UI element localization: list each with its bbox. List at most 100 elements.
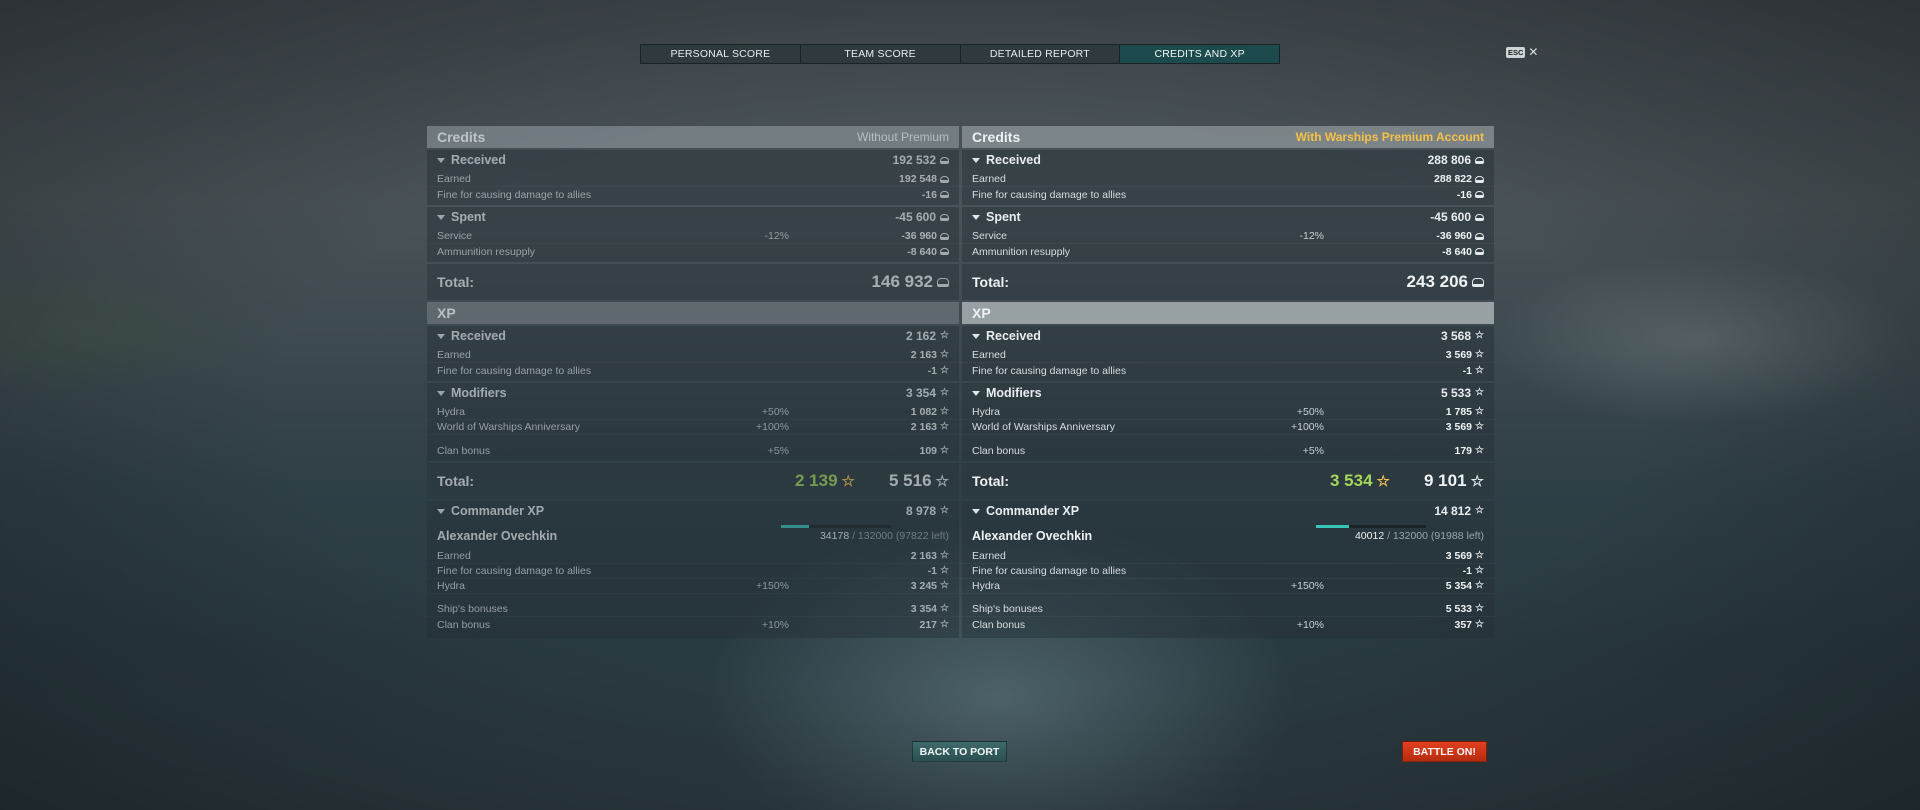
xp-star-icon: ☆	[940, 364, 949, 376]
group-label: Received	[451, 153, 506, 167]
row-value-wrap: 1 785 ☆	[1404, 406, 1484, 418]
xp-title: XP	[437, 305, 456, 321]
credits-icon	[1475, 175, 1484, 183]
background-vignette	[0, 0, 1920, 810]
row-label: Fine for causing damage to allies	[437, 188, 592, 201]
row-value-wrap: -16	[869, 189, 949, 201]
commander-block: Alexander Ovechkin 40012 / 132000 (91988 …	[962, 521, 1494, 638]
total-value: 243 206	[1407, 272, 1484, 292]
row-value-wrap: -36 960	[869, 230, 949, 242]
detail-row: Service -12% -36 960	[962, 229, 1494, 244]
xp-modifiers-toggle[interactable]: Modifiers 5 533 ☆	[962, 383, 1494, 403]
detail-row: Fine for causing damage to allies -1 ☆	[427, 363, 959, 378]
back-to-port-button[interactable]: Back to port	[912, 741, 1007, 762]
row-label: Earned	[972, 173, 1006, 185]
credits-spent-toggle[interactable]: Spent -45 600	[962, 207, 1494, 227]
row-label: Earned	[972, 550, 1006, 562]
row-value: 3 569	[1445, 349, 1473, 361]
row-percent: +100%	[1291, 421, 1324, 433]
credits-icon	[940, 191, 949, 198]
xp-total-number: 9 101	[1424, 471, 1467, 490]
group-value: 8 978	[906, 504, 937, 518]
row-value: 2 163	[910, 550, 938, 562]
row-label: Earned	[437, 550, 471, 562]
group-value: -45 600	[1430, 210, 1471, 224]
row-label: Hydra	[972, 406, 1001, 418]
row-value-wrap: -8 640	[1404, 246, 1484, 258]
row-label: Fine for causing damage to allies	[972, 188, 1127, 201]
row-value-wrap: 109 ☆	[869, 445, 950, 457]
received-rows: Earned 288 822 Fine for causing damage to …	[962, 170, 1494, 205]
credits-received-toggle[interactable]: Received 192 532	[427, 150, 959, 170]
row-value-wrap: 5 533 ☆	[1404, 603, 1484, 615]
close-button[interactable]: ESC ✕	[1506, 46, 1538, 58]
progress-rest: / 132000 (91988 left)	[1384, 530, 1484, 542]
detail-row: Earned 288 822	[962, 172, 1494, 187]
caret-down-icon	[972, 157, 980, 163]
row-value-wrap: -16	[1404, 189, 1484, 201]
credits-icon	[937, 277, 949, 287]
credits-icon	[940, 248, 949, 255]
detail-row: Fine for causing damage to allies -1 ☆	[962, 363, 1494, 378]
credits-received-toggle[interactable]: Received 288 806	[962, 150, 1494, 170]
credits-icon	[940, 213, 949, 221]
credits-icon	[940, 156, 949, 164]
xp-star-icon: ☆	[1475, 364, 1484, 376]
row-value-wrap: -1 ☆	[869, 565, 949, 577]
xp-star-icon: ☆	[1475, 580, 1484, 591]
progress-current: 40012	[1354, 530, 1385, 542]
row-value: 3 569	[1445, 550, 1473, 562]
row-percent: +150%	[1291, 580, 1324, 592]
account-type-label: Without Premium	[856, 130, 949, 144]
xp-star-icon: ☆	[940, 565, 949, 576]
row-value: 288 822	[1434, 173, 1472, 185]
row-value-wrap: -1 ☆	[869, 365, 949, 377]
xp-star-icon: ☆	[935, 472, 949, 490]
xp-star-icon: ☆	[1475, 421, 1484, 432]
group-label: Received	[986, 329, 1041, 343]
row-value-wrap: 2 163 ☆	[869, 550, 949, 562]
tab-personal-score[interactable]: Personal Score	[641, 45, 801, 63]
group-value: -45 600	[895, 210, 936, 224]
xp-star-icon: ☆	[1475, 387, 1484, 398]
row-value: 3 354	[910, 603, 938, 615]
xp-star-icon: ☆	[940, 387, 949, 398]
xp-received-rows: Earned 3 569 ☆ Fine for causing damage to a…	[962, 346, 1494, 381]
detail-row: Hydra +150% 5 354 ☆	[962, 579, 1494, 594]
credits-title: Credits	[972, 129, 1021, 145]
xp-received-toggle[interactable]: Received 3 568 ☆	[962, 326, 1494, 346]
row-label: Earned	[972, 349, 1006, 361]
row-label: Fine for causing damage to allies	[972, 364, 1127, 377]
battle-on-button[interactable]: Battle on!	[1402, 741, 1487, 762]
detail-row: Ammunition resupply -8 640	[962, 244, 1494, 259]
row-value-wrap: -36 960	[1404, 230, 1484, 242]
commander-xp-toggle[interactable]: Commander XP 14 812 ☆	[962, 501, 1494, 521]
credits-spent-toggle[interactable]: Spent -45 600	[427, 207, 959, 227]
xp-star-icon: ☆	[1470, 472, 1484, 490]
tab-credits-and-xp[interactable]: Credits and XP	[1120, 45, 1279, 63]
total-label: Total:	[437, 473, 475, 489]
xp-star-icon: ☆	[1475, 550, 1484, 561]
credits-icon	[1475, 232, 1484, 240]
commander-rows: Earned 3 569 ☆ Fine for causing damage to a…	[962, 547, 1494, 635]
caret-down-icon	[972, 390, 980, 396]
commander-progress: 34178 / 132000 (97822 left)	[781, 525, 949, 542]
row-label: Earned	[437, 173, 471, 185]
commander-xp-toggle[interactable]: Commander XP 8 978 ☆	[427, 501, 959, 521]
detail-row: Ship's bonuses 3 354 ☆	[427, 602, 959, 617]
xp-modifiers-toggle[interactable]: Modifiers 3 354 ☆	[427, 383, 959, 403]
row-value: 2 163	[910, 421, 938, 433]
tab-detailed-report[interactable]: Detailed Report	[960, 45, 1121, 63]
xp-received-toggle[interactable]: Received 2 162 ☆	[427, 326, 959, 346]
detail-row: Fine for causing damage to allies -1 ☆	[427, 564, 959, 579]
row-value: -1	[927, 364, 938, 377]
detail-row: Earned 2 163 ☆	[427, 348, 959, 363]
caret-down-icon	[972, 214, 980, 220]
free-xp-number: 2 139	[795, 471, 838, 490]
row-value: -16	[921, 188, 937, 201]
tab-team-score[interactable]: Team Score	[800, 45, 961, 63]
row-value: 3 245	[910, 580, 938, 592]
account-type-label: With Warships Premium Account	[1295, 130, 1484, 144]
row-value-wrap: 3 354 ☆	[869, 603, 949, 615]
xp-star-icon: ☆	[940, 580, 949, 591]
